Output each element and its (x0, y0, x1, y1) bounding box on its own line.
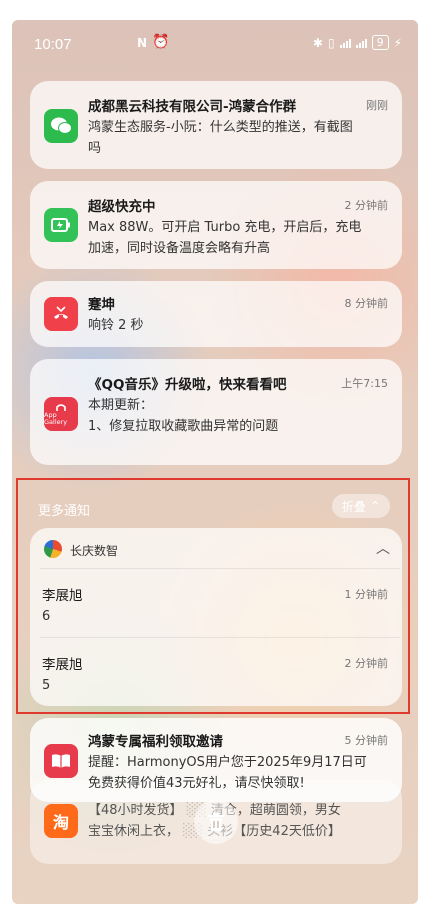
notification-time: 5 分钟前 (344, 734, 389, 747)
app-gallery-icon-text: App Gallery (44, 410, 68, 426)
fold-button[interactable]: 折叠 ⌃ (331, 494, 390, 518)
notification-body-line: 1、修复拉取收藏歌曲异常的问题 (88, 419, 279, 434)
notification-time: 8 分钟前 (344, 297, 389, 310)
notification-card-wechat[interactable]: 成都黑云科技有限公司-鸿蒙合作群 刚刚 鸿蒙生态服务-小阮：什么类型的推送，有截… (30, 81, 402, 169)
more-notifications-header: 更多通知 (38, 504, 91, 519)
chevron-up-icon: ⌃ (369, 499, 380, 513)
group-item-body: 5 (42, 678, 51, 693)
bluetooth-icon: ✱ (312, 35, 323, 50)
divider (40, 637, 400, 638)
missed-call-icon (44, 297, 78, 331)
changqing-app-icon (44, 540, 62, 558)
group-app-name: 长庆数智 (70, 544, 119, 558)
notification-card-harmony[interactable]: 鸿蒙专属福利领取邀请 5 分钟前 提醒：HarmonyOS用户您于2025年9月… (30, 718, 402, 802)
notification-card-app-gallery[interactable]: App Gallery 《QQ音乐》升级啦，快来看看吧 上午7:15 本期更新：… (30, 359, 402, 465)
alarm-icon: ⏰ (152, 34, 170, 50)
notification-title: 超级快充中 (88, 199, 156, 215)
notification-body-line: 鸿蒙生态服务-小阮：什么类型的推送，有截图 (88, 120, 353, 135)
charging-bolt-icon: ⚡ (393, 35, 402, 50)
taobao-icon: 淘 (44, 804, 78, 838)
wechat-icon (44, 109, 78, 143)
collapse-chevron-icon[interactable]: ︿ (376, 538, 390, 558)
fold-button-label: 折叠 (341, 499, 366, 514)
signal-icon (339, 37, 351, 48)
nfc-icon: N (137, 36, 148, 50)
notification-shade: 10:07 N ⏰ ✱ ▯ 9 ⚡ 成都黑云科技有限公司-鸿蒙合作群 刚刚 鸿蒙… (12, 20, 418, 904)
notification-title: 鸿蒙专属福利领取邀请 (88, 734, 223, 750)
clear-all-button[interactable] (194, 800, 238, 844)
notification-body-line: 加速，同时设备温度会略有升高 (88, 241, 271, 256)
group-item-title: 李展旭 (42, 588, 83, 604)
notification-title: 《QQ音乐》升级啦，快来看看吧 (88, 377, 287, 393)
notification-title: 成都黑云科技有限公司-鸿蒙合作群 (88, 99, 297, 115)
notification-body-line: 吗 (88, 141, 102, 156)
divider (40, 568, 400, 569)
notification-body-line: 提醒：HarmonyOS用户您于2025年9月17日可 (88, 755, 367, 770)
notification-title: 蹇坤 (88, 297, 115, 313)
notification-time: 刚刚 (366, 99, 388, 112)
status-time: 10:07 (34, 36, 72, 53)
group-item-time: 2 分钟前 (344, 657, 389, 670)
notification-body-line: 【48小时发货】 (88, 803, 183, 818)
app-gallery-icon: App Gallery (44, 397, 78, 431)
notification-body-line: 宝宝休闲上衣， (88, 824, 180, 839)
charging-icon (44, 208, 78, 242)
group-item-time: 1 分钟前 (344, 588, 389, 601)
notification-card-charging[interactable]: 超级快充中 2 分钟前 Max 88W。可开启 Turbo 充电，开启后，充电 … (30, 181, 402, 269)
book-icon (44, 744, 78, 778)
notification-time: 上午7:15 (341, 377, 388, 390)
vibrate-icon: ▯ (327, 35, 335, 50)
taobao-icon-text: 淘 (52, 813, 69, 832)
notification-body-line: Max 88W。可开启 Turbo 充电，开启后，充电 (88, 220, 362, 235)
trash-icon (208, 812, 224, 831)
notification-time: 2 分钟前 (344, 199, 389, 212)
signal-2-icon (355, 37, 367, 48)
notification-card-missed-call[interactable]: 蹇坤 8 分钟前 响铃 2 秒 (30, 281, 402, 347)
battery-icon: 9 (371, 35, 389, 50)
notification-body-line: 免费获得价值43元好礼，请尽快领取! (88, 776, 305, 791)
group-item-title: 李展旭 (42, 657, 83, 673)
notification-body-line: 响铃 2 秒 (88, 318, 144, 333)
status-bar: 10:07 N ⏰ ✱ ▯ 9 ⚡ (12, 20, 418, 70)
notification-body-line: 本期更新： (88, 398, 154, 413)
group-item-body: 6 (42, 609, 51, 624)
